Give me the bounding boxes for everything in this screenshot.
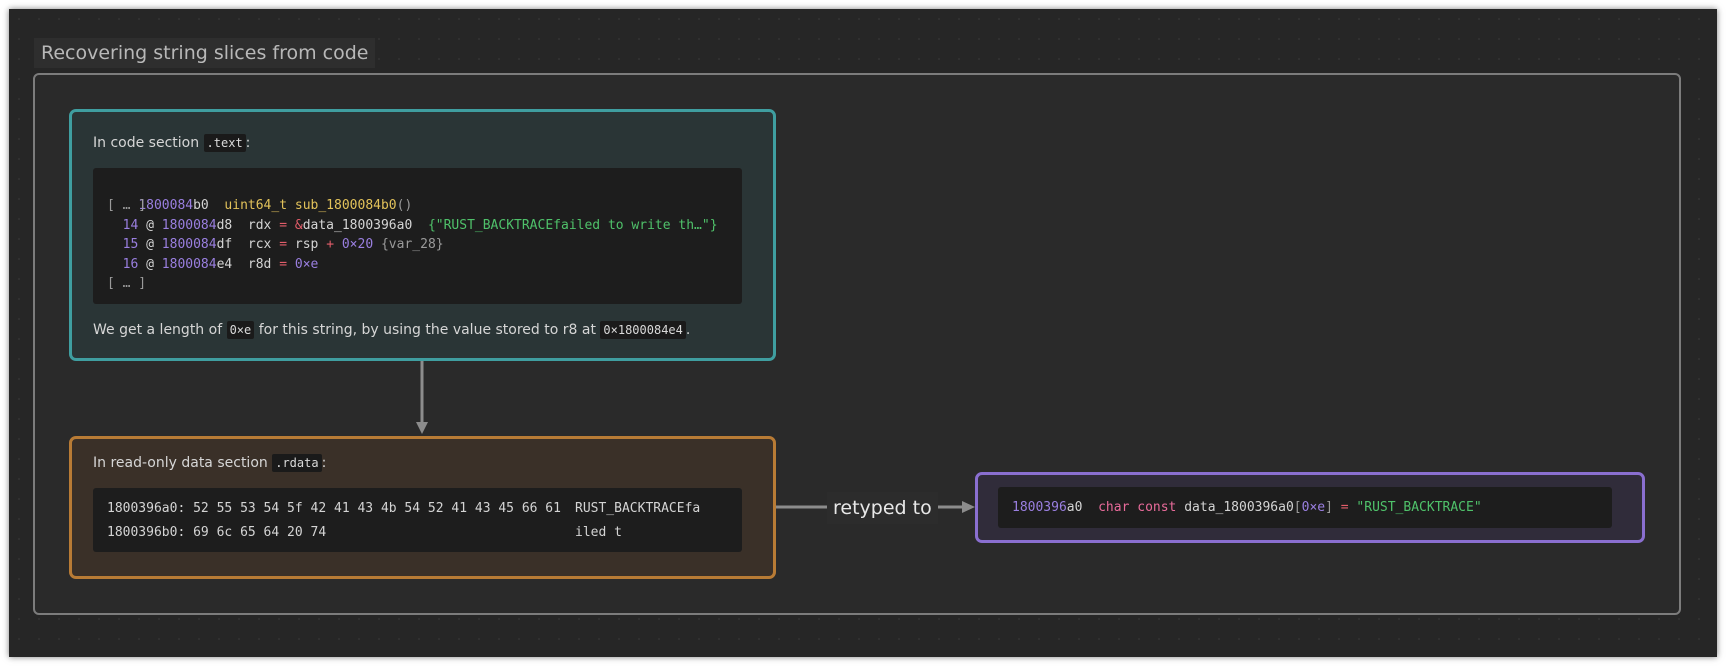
section-name-text: .text bbox=[203, 134, 246, 152]
eq-op: = bbox=[279, 218, 288, 233]
declaration-line: 1800396a0 char const data_1800396a0[0×e]… bbox=[1012, 498, 1482, 517]
src-reg: rsp bbox=[294, 237, 319, 252]
intro-colon: : bbox=[245, 135, 251, 151]
header-func[interactable]: sub_1800084b0 bbox=[295, 198, 397, 213]
intro-text: In read-only data section bbox=[93, 455, 273, 471]
line-index: 14 bbox=[122, 218, 139, 233]
hex-row-bytes: 52 55 53 54 5f 42 41 43 4b 54 52 41 43 4… bbox=[193, 501, 561, 516]
result-addr-hi: 1800396 bbox=[1012, 500, 1067, 515]
hexdump-ascii: iled t bbox=[575, 525, 622, 540]
line-index: 16 bbox=[122, 257, 139, 272]
line-addr-hi: 1800084 bbox=[161, 257, 217, 272]
plus-op: + bbox=[326, 237, 335, 252]
hex-row-bytes: 69 6c 65 64 20 74 bbox=[193, 525, 327, 540]
disasm-line-14: 14 @ 1800084d8 rdx = &data_1800396a0 {"R… bbox=[107, 216, 718, 235]
line-addr-lo: d8 bbox=[216, 218, 233, 233]
eq-op: = bbox=[1340, 500, 1349, 515]
line-addr-lo: e4 bbox=[216, 257, 233, 272]
result-addr-lo: a0 bbox=[1066, 500, 1083, 515]
bracket-close: ] bbox=[1325, 500, 1333, 515]
hex-row-addr: 1800396b0: bbox=[107, 525, 186, 540]
note-period: . bbox=[685, 322, 691, 338]
intro-text: In code section bbox=[93, 135, 204, 151]
line-index: 15 bbox=[122, 237, 139, 252]
section-name-text: .rdata bbox=[272, 454, 322, 472]
header-parens: () bbox=[396, 198, 413, 213]
stack-var: {var_28} bbox=[380, 237, 444, 252]
hexdump-ascii: RUST_BACKTRACEfa bbox=[575, 501, 701, 516]
data-symbol[interactable]: data_1800396a0 bbox=[303, 218, 413, 233]
dst-reg: rcx bbox=[247, 237, 272, 252]
hex-row-addr: 1800396a0: bbox=[107, 501, 186, 516]
length-note: We get a length of 0×e for this string, … bbox=[93, 320, 813, 340]
line-addr-hi: 1800084 bbox=[161, 218, 217, 233]
string-value: "RUST_BACKTRACE" bbox=[1356, 500, 1482, 515]
note-address-code: 0×1800084e4 bbox=[600, 321, 686, 339]
immediate: 0×e bbox=[294, 257, 319, 272]
string-literal: {"RUST_BACKTRACEfailed to write th…"} bbox=[427, 218, 718, 233]
group-title: Recovering string slices from code bbox=[34, 38, 376, 68]
note-part-a: We get a length of bbox=[93, 322, 227, 338]
ellipsis-top: [ … ] bbox=[107, 198, 147, 213]
disassembly-block: 1800084b0 uint64_t sub_1800084b0() [ … ]… bbox=[93, 168, 742, 304]
function-header: 1800084b0 uint64_t sub_1800084b0() bbox=[107, 177, 412, 213]
edge-label-retyped: retyped to bbox=[827, 492, 938, 524]
header-addr-hi: 1800084 bbox=[138, 198, 194, 213]
line-addr-lo: df bbox=[216, 237, 233, 252]
eq-op: = bbox=[279, 237, 288, 252]
text-node-intro: In code section .text: bbox=[93, 133, 813, 153]
disasm-line-15: 15 @ 1800084df rcx = rsp + 0×20 {var_28} bbox=[107, 235, 444, 254]
rdata-node-intro: In read-only data section .rdata: bbox=[93, 453, 813, 473]
hexdump-row: 1800396b0: 69 6c 65 64 20 74 bbox=[107, 523, 326, 542]
bracket-open: [ bbox=[1293, 500, 1302, 515]
dst-reg: r8d bbox=[247, 257, 272, 272]
ellipsis-bottom: [ … ] bbox=[107, 276, 147, 291]
header-addr-lo: b0 bbox=[193, 198, 209, 213]
disasm-line-16: 16 @ 1800084e4 r8d = 0×e bbox=[107, 255, 319, 274]
intro-colon: : bbox=[321, 455, 327, 471]
note-part-b: for this string, by using the value stor… bbox=[254, 322, 601, 338]
eq-op: = bbox=[279, 257, 288, 272]
line-addr-hi: 1800084 bbox=[161, 237, 217, 252]
hexdump-row: 1800396a0: 52 55 53 54 5f 42 41 43 4b 54… bbox=[107, 499, 561, 518]
at-sign: @ bbox=[146, 218, 154, 233]
retyped-declaration: 1800396a0 char const data_1800396a0[0×e]… bbox=[998, 487, 1612, 528]
at-sign: @ bbox=[146, 237, 154, 252]
header-type: uint64_t bbox=[224, 198, 288, 213]
type-keyword: char const bbox=[1098, 500, 1177, 515]
amp-op: & bbox=[294, 218, 303, 233]
immediate: 0×20 bbox=[341, 237, 374, 252]
hexdump-block: 1800396a0: 52 55 53 54 5f 42 41 43 4b 54… bbox=[93, 488, 742, 552]
note-length-code: 0×e bbox=[226, 321, 255, 339]
array-size: 0×e bbox=[1301, 500, 1326, 515]
symbol-name[interactable]: data_1800396a0 bbox=[1184, 500, 1294, 515]
dst-reg: rdx bbox=[247, 218, 272, 233]
at-sign: @ bbox=[146, 257, 154, 272]
